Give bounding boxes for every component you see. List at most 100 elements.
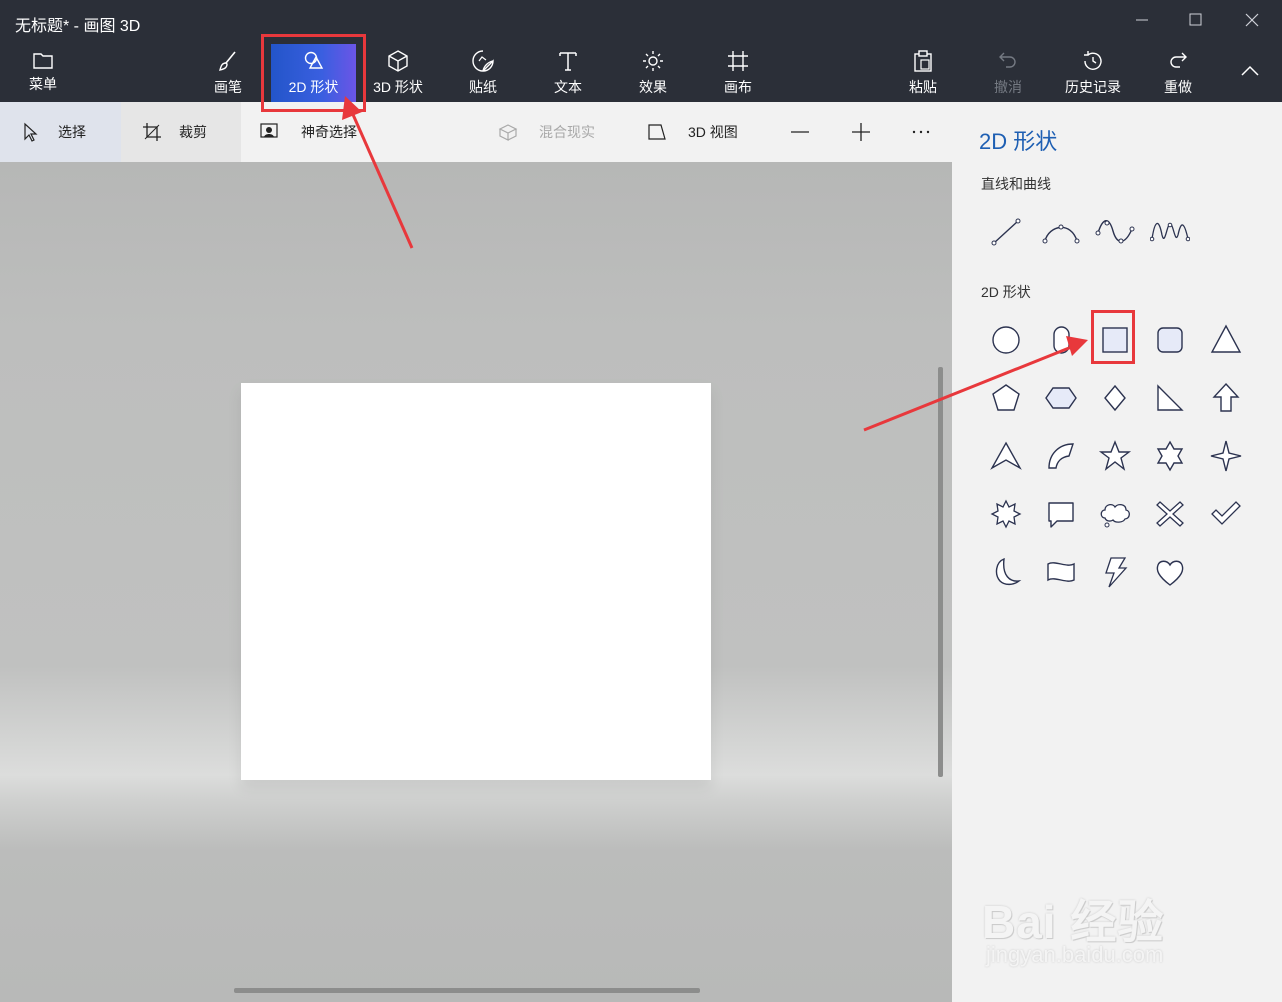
- paste-label: 粘贴: [909, 79, 937, 95]
- six-point-star-shape[interactable]: [1150, 436, 1190, 476]
- arrowhead-icon: [990, 441, 1022, 470]
- horizontal-scrollbar[interactable]: [234, 988, 700, 993]
- baidu-watermark: Bai 经验 jingyan.baidu.com: [982, 872, 1222, 982]
- circle-shape[interactable]: [986, 320, 1026, 360]
- arrowhead-shape[interactable]: [986, 436, 1026, 476]
- mixed-reality-tool[interactable]: 混合现实: [497, 102, 595, 162]
- thought-bubble-shape[interactable]: [1095, 494, 1135, 534]
- ribbon-tab-brushes[interactable]: 画笔: [193, 44, 263, 102]
- canvas-icon: [725, 48, 751, 74]
- rounded-rectangle-icon: [1157, 327, 1183, 353]
- more-options-button[interactable]: [910, 102, 932, 162]
- ribbon-tab-text[interactable]: 文本: [533, 44, 603, 102]
- chevron-up-icon: [1237, 58, 1263, 84]
- crop-tool[interactable]: 裁剪: [121, 102, 241, 162]
- menu-button[interactable]: 菜单: [8, 0, 78, 102]
- lightning-icon: [1105, 557, 1128, 588]
- history-label: 历史记录: [1065, 79, 1121, 95]
- 3d-view-icon: [646, 121, 668, 143]
- redo-button[interactable]: 重做: [1143, 44, 1213, 102]
- rounded-rectangle-shape[interactable]: [1150, 320, 1190, 360]
- undo-icon: [995, 48, 1021, 74]
- mixed-reality-label: 混合现实: [539, 124, 595, 140]
- crop-label: 裁剪: [179, 124, 207, 140]
- four-point-star-icon: [1210, 440, 1242, 472]
- burst-icon: [990, 499, 1022, 529]
- ribbon-tab-effects[interactable]: 效果: [618, 44, 688, 102]
- zoom-in-button[interactable]: [850, 102, 872, 162]
- drawing-canvas[interactable]: [241, 383, 711, 780]
- pill-shape[interactable]: [1041, 320, 1081, 360]
- circle-icon: [992, 326, 1020, 354]
- burst-shape[interactable]: [986, 494, 1026, 534]
- star-icon: [1098, 440, 1132, 471]
- heart-shape[interactable]: [1150, 552, 1190, 592]
- zoom-out-button[interactable]: [789, 102, 811, 162]
- undo-button[interactable]: 撤消: [973, 44, 1043, 102]
- select-tool[interactable]: 选择: [0, 102, 121, 162]
- banner-shape[interactable]: [1041, 552, 1081, 592]
- minus-icon: [791, 131, 809, 133]
- six-point-star-icon: [1156, 440, 1184, 472]
- maximize-button[interactable]: [1186, 10, 1206, 30]
- checkmark-icon: [1211, 501, 1241, 525]
- moon-shape[interactable]: [986, 552, 1026, 592]
- pentagon-shape[interactable]: [986, 378, 1026, 418]
- minimize-button[interactable]: [1132, 10, 1152, 30]
- effects-label: 效果: [639, 79, 667, 95]
- shapes-heading: 2D 形状: [981, 284, 1031, 300]
- redo-label: 重做: [1164, 79, 1192, 95]
- four-point-star-shape[interactable]: [1206, 436, 1246, 476]
- line-icon: [991, 218, 1021, 246]
- ribbon-tab-stickers[interactable]: 贴纸: [448, 44, 518, 102]
- folder-icon: [30, 48, 56, 74]
- undo-label: 撤消: [994, 79, 1022, 95]
- canvas-label: 画布: [724, 79, 752, 95]
- checkmark-shape[interactable]: [1206, 494, 1246, 534]
- banner-icon: [1047, 562, 1075, 582]
- close-button[interactable]: [1242, 10, 1262, 30]
- rectangle-shape[interactable]: [1095, 320, 1135, 360]
- line-shape[interactable]: [986, 211, 1026, 251]
- collapse-ribbon-button[interactable]: [1225, 44, 1275, 102]
- ribbon: 菜单 画笔 2D 形状 3D 形状 贴纸 文本 效果 画布 粘贴 撤消 历史记录…: [0, 44, 1282, 102]
- ribbon-tab-2d-shapes[interactable]: 2D 形状: [271, 44, 356, 102]
- speech-bubble-icon: [1048, 502, 1074, 528]
- cursor-icon: [20, 121, 42, 143]
- lines-heading: 直线和曲线: [981, 176, 1051, 192]
- paste-button[interactable]: 粘贴: [888, 44, 958, 102]
- history-button[interactable]: 历史记录: [1058, 44, 1128, 102]
- shapes2d-label: 2D 形状: [288, 79, 339, 95]
- title-bar: 无标题* - 画图 3D: [0, 0, 1282, 44]
- arrow-up-icon: [1212, 382, 1240, 412]
- text-icon: [555, 48, 581, 74]
- panel-title: 2D 形状: [979, 129, 1058, 154]
- right-triangle-icon: [1157, 384, 1184, 411]
- x-shape[interactable]: [1150, 494, 1190, 534]
- stickers-label: 贴纸: [469, 79, 497, 95]
- triangle-icon: [1210, 324, 1242, 353]
- pill-icon: [1053, 326, 1070, 354]
- arrow-up-shape[interactable]: [1206, 378, 1246, 418]
- five-point-star-shape[interactable]: [1095, 436, 1135, 476]
- right-triangle-shape[interactable]: [1150, 378, 1190, 418]
- wave-curve-shape[interactable]: [1095, 211, 1135, 251]
- vertical-scrollbar[interactable]: [938, 367, 943, 777]
- ribbon-tab-3d-shapes[interactable]: 3D 形状: [363, 44, 433, 102]
- diamond-shape[interactable]: [1095, 378, 1135, 418]
- speech-bubble-shape[interactable]: [1041, 494, 1081, 534]
- canvas-area[interactable]: [0, 162, 952, 1002]
- brush-icon: [215, 48, 241, 74]
- magic-select-tool[interactable]: 神奇选择: [259, 102, 357, 162]
- lightning-shape[interactable]: [1095, 552, 1135, 592]
- triangle-shape[interactable]: [1206, 320, 1246, 360]
- ribbon-tab-canvas[interactable]: 画布: [703, 44, 773, 102]
- arc-shape[interactable]: [1041, 436, 1081, 476]
- hexagon-icon: [1045, 387, 1077, 409]
- sticker-icon: [470, 48, 496, 74]
- curve-shape[interactable]: [1041, 211, 1081, 251]
- plus-icon: [852, 123, 870, 141]
- hexagon-shape[interactable]: [1041, 378, 1081, 418]
- 3d-view-tool[interactable]: 3D 视图: [646, 102, 738, 162]
- zigzag-curve-shape[interactable]: [1149, 211, 1191, 251]
